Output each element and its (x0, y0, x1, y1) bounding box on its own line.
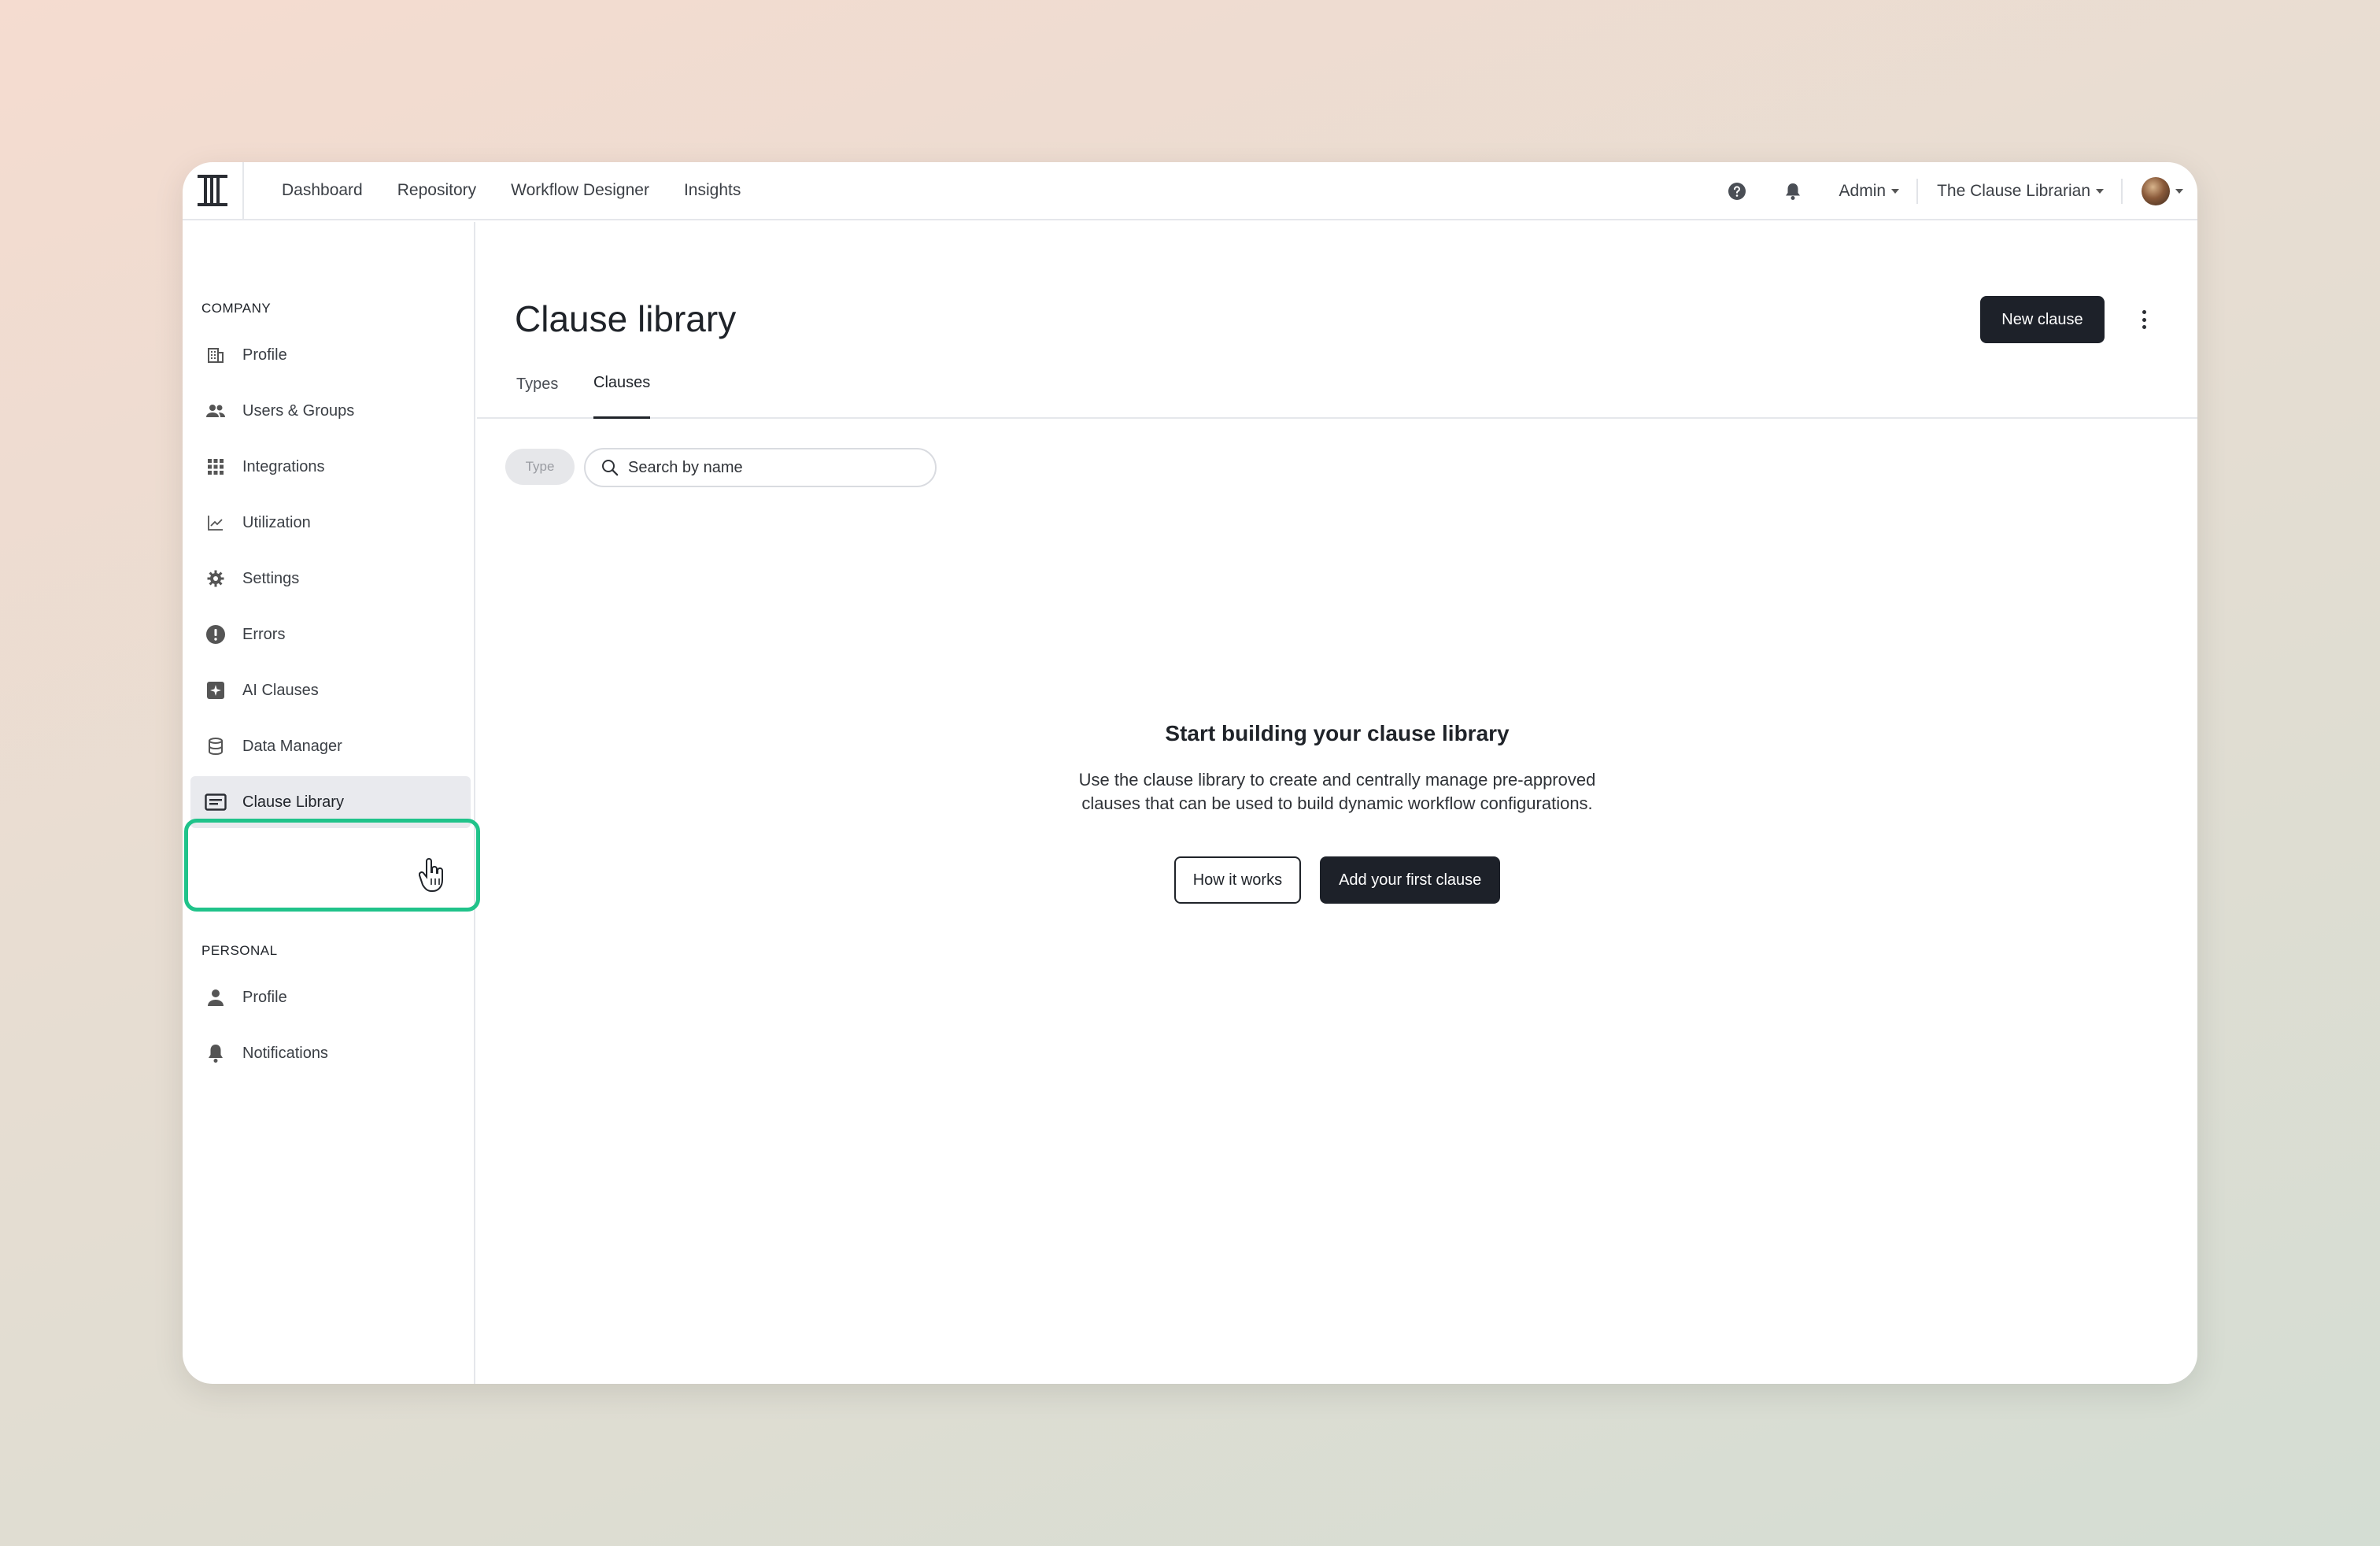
sidebar-item-integrations[interactable]: Integrations (190, 441, 471, 493)
sidebar-item-label: Settings (242, 569, 300, 587)
divider (2121, 179, 2123, 204)
search-icon (602, 460, 619, 476)
empty-state: Start building your clause library Use t… (477, 721, 2197, 904)
workspace-label: The Clause Librarian (1937, 182, 2090, 200)
sparkle-square-icon (205, 679, 227, 701)
sidebar-item-data-manager[interactable]: Data Manager (190, 720, 471, 772)
account-menu[interactable] (2142, 177, 2183, 205)
sidebar-item-utilization[interactable]: Utilization (190, 497, 471, 549)
hand-cursor-icon (419, 858, 443, 892)
empty-state-description: Use the clause library to create and cen… (1038, 768, 1636, 816)
search-input[interactable] (628, 458, 911, 477)
sidebar-item-errors[interactable]: Errors (190, 608, 471, 660)
workspace-dropdown[interactable]: The Clause Librarian (1937, 182, 2104, 201)
new-clause-button[interactable]: New clause (1980, 296, 2105, 343)
question-circle-icon (1728, 183, 1746, 200)
sidebar-item-settings[interactable]: Settings (190, 553, 471, 605)
sidebar-item-clause-library[interactable]: Clause Library (190, 776, 471, 828)
role-dropdown[interactable]: Admin (1839, 182, 1900, 201)
bell-icon (205, 1042, 227, 1064)
add-first-clause-button[interactable]: Add your first clause (1320, 856, 1501, 904)
tab-types[interactable]: Types (516, 362, 558, 419)
sidebar-item-label: Profile (242, 988, 287, 1006)
chevron-down-icon (1891, 189, 1900, 194)
empty-state-line-1: Use the clause library to create and cen… (1078, 770, 1596, 790)
how-it-works-button[interactable]: How it works (1173, 856, 1302, 904)
sidebar-item-label: Clause Library (242, 793, 344, 811)
type-filter-button[interactable]: Type (505, 449, 575, 485)
sidebar-item-notifications[interactable]: Notifications (190, 1027, 471, 1079)
top-bar: Dashboard Repository Workflow Designer I… (183, 162, 2197, 220)
sidebar-item-label: AI Clauses (242, 681, 319, 699)
empty-state-line-2: clauses that can be used to build dynami… (1081, 793, 1593, 813)
sidebar-item-company-profile[interactable]: Profile (190, 329, 471, 381)
help-button[interactable] (1728, 182, 1746, 201)
search-box (584, 448, 937, 487)
sidebar-item-label: Errors (242, 625, 286, 643)
divider (1916, 179, 1919, 204)
library-card-icon (205, 791, 227, 813)
grid-icon (205, 456, 227, 478)
sidebar-item-users-groups[interactable]: Users & Groups (190, 385, 471, 437)
person-icon (205, 986, 227, 1008)
empty-state-actions: How it works Add your first clause (477, 856, 2197, 904)
bell-icon (1785, 183, 1800, 200)
database-icon (205, 735, 227, 757)
sidebar-item-label: Utilization (242, 513, 311, 531)
chevron-down-icon (2175, 189, 2183, 194)
gear-icon (205, 568, 227, 590)
notifications-button[interactable] (1784, 182, 1802, 201)
company-section-label: COMPANY (201, 301, 272, 316)
top-right-controls: Admin The Clause Librarian (1728, 162, 2197, 220)
sidebar: COMPANY Profile Users & Groups Integrati… (183, 222, 480, 1384)
app-window: Dashboard Repository Workflow Designer I… (183, 162, 2197, 1384)
sidebar-item-label: Notifications (242, 1044, 328, 1062)
app-logo[interactable] (183, 162, 244, 220)
empty-state-heading: Start building your clause library (1165, 721, 1510, 745)
chart-line-icon (205, 512, 227, 534)
nav-insights[interactable]: Insights (684, 181, 741, 200)
tab-clauses[interactable]: Clauses (593, 362, 651, 419)
sidebar-item-label: Data Manager (242, 737, 342, 755)
nav-dashboard[interactable]: Dashboard (282, 181, 363, 200)
role-label: Admin (1839, 182, 1887, 200)
personal-section-label: PERSONAL (201, 943, 278, 958)
nav-repository[interactable]: Repository (397, 181, 476, 200)
logo-icon (198, 175, 227, 206)
building-icon (205, 344, 227, 366)
users-icon (205, 400, 227, 422)
page-title: Clause library (515, 298, 737, 339)
sidebar-item-label: Profile (242, 346, 287, 364)
sidebar-item-label: Integrations (242, 457, 325, 475)
sidebar-item-personal-profile[interactable]: Profile (190, 971, 471, 1023)
more-options-icon[interactable] (2136, 307, 2152, 332)
nav-workflow-designer[interactable]: Workflow Designer (511, 181, 649, 200)
main-content: Clause library New clause Types Clauses … (477, 222, 2197, 1384)
main-nav: Dashboard Repository Workflow Designer I… (282, 181, 741, 200)
chevron-down-icon (2096, 189, 2104, 194)
tab-bar: Types Clauses (477, 362, 2197, 419)
alert-circle-icon (205, 623, 227, 645)
sidebar-item-ai-clauses[interactable]: AI Clauses (190, 664, 471, 716)
sidebar-item-label: Users & Groups (242, 401, 355, 420)
avatar (2142, 177, 2170, 205)
